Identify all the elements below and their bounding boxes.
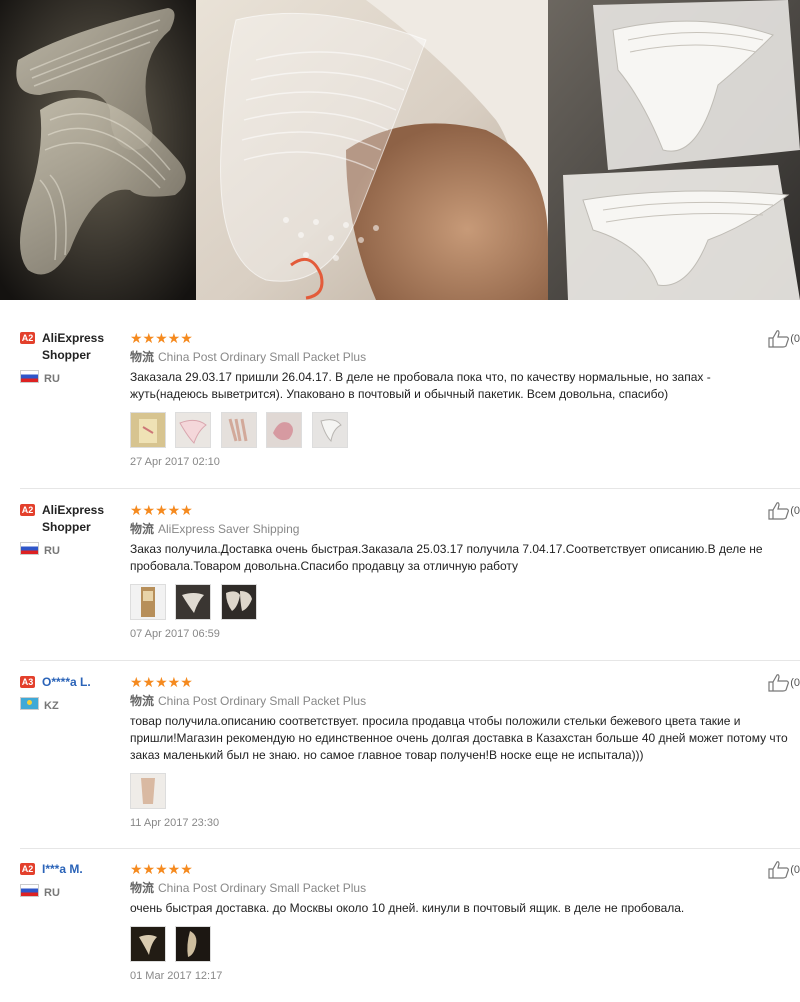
country-code: RU (44, 373, 60, 385)
review-text: Заказала 29.03.17 пришли 26.04.17. В дел… (130, 370, 711, 401)
shipping-label: 物流 (130, 522, 155, 536)
shipping-label: 物流 (130, 350, 155, 364)
shipping-method: 物流 China Post Ordinary Small Packet Plus (130, 693, 800, 709)
buyer-level-badge: A2 (20, 863, 35, 875)
review-item: A2 AliExpress Shopper RU ★★★★★ 物流 China P… (0, 330, 800, 489)
shipping-name: China Post Ordinary Small Packet Plus (158, 694, 367, 708)
rating-stars: ★★★★★ (130, 502, 193, 518)
buyer-name: AliExpress Shopper (42, 503, 105, 534)
shipping-method: 物流 China Post Ordinary Small Packet Plus (130, 880, 800, 896)
review-photo-thumb[interactable] (220, 584, 257, 620)
review-photos (130, 926, 800, 962)
shipping-name: China Post Ordinary Small Packet Plus (158, 881, 367, 895)
helpful-count: (0 (790, 504, 800, 517)
review-date: 27 Apr 2017 02:10 (130, 456, 220, 468)
shipping-label: 物流 (130, 694, 155, 708)
review-photo-thumb[interactable] (175, 412, 212, 448)
buyer-country: RU (20, 884, 60, 899)
review-text: Заказ получила.Доставка очень быстрая.За… (130, 542, 763, 573)
review-item: A2 I***a M. RU ★★★★★ 物流 China Post Ordina… (0, 861, 800, 1002)
review-text: очень быстрая доставка. до Москвы около … (130, 901, 685, 915)
helpful-count: (0 (790, 863, 800, 876)
thumbs-up-icon (768, 502, 790, 520)
helpful-button[interactable]: (0 (768, 674, 800, 692)
product-photo-gel-insoles-packaged[interactable] (548, 0, 800, 300)
review-content: ★★★★★ 物流 China Post Ordinary Small Packet… (130, 674, 800, 829)
thumbs-up-icon (768, 330, 790, 348)
shipping-name: China Post Ordinary Small Packet Plus (158, 350, 367, 364)
helpful-count: (0 (790, 676, 800, 689)
shipping-method: 物流 China Post Ordinary Small Packet Plus (130, 349, 800, 365)
review-date: 01 Mar 2017 12:17 (130, 970, 223, 982)
review-photo-thumb[interactable] (311, 412, 348, 448)
buyer-level-badge: A2 (20, 332, 35, 344)
helpful-button[interactable]: (0 (768, 861, 800, 879)
review-date: 11 Apr 2017 23:30 (130, 817, 220, 829)
review-photo-thumb[interactable] (130, 926, 166, 962)
review-date: 07 Apr 2017 06:59 (130, 628, 220, 640)
rating-stars: ★★★★★ (130, 674, 193, 690)
country-code: RU (44, 887, 60, 899)
country-code: KZ (44, 700, 59, 712)
country-code: RU (44, 545, 60, 557)
review-photo-thumb[interactable] (130, 773, 166, 809)
review-photo-thumb[interactable] (175, 584, 212, 620)
review-photo-thumb[interactable] (130, 584, 166, 620)
review-content: ★★★★★ 物流 AliExpress Saver Shipping Заказ … (130, 502, 800, 640)
buyer-name: AliExpress Shopper (42, 331, 105, 362)
review-item: A2 AliExpress Shopper RU ★★★★★ 物流 AliExpr… (0, 502, 800, 661)
review-photo-thumb[interactable] (266, 412, 303, 448)
review-photos (130, 773, 800, 809)
review-divider (20, 660, 800, 661)
ru-flag-icon (20, 542, 39, 555)
helpful-button[interactable]: (0 (768, 502, 800, 520)
buyer-country: RU (20, 542, 60, 557)
buyer-name[interactable]: I***a M. (42, 861, 132, 878)
ru-flag-icon (20, 884, 39, 897)
review-photo-thumb[interactable] (220, 412, 257, 448)
buyer-level-badge: A2 (20, 504, 35, 516)
buyer-info: A3 O****a L. KZ (20, 674, 120, 712)
product-photo-gel-insoles-dark[interactable] (0, 0, 196, 300)
review-content: ★★★★★ 物流 China Post Ordinary Small Packet… (130, 330, 800, 468)
helpful-button[interactable]: (0 (768, 330, 800, 348)
buyer-country: RU (20, 370, 60, 385)
review-photos (130, 584, 800, 620)
review-photo-thumb[interactable] (130, 412, 166, 448)
buyer-name[interactable]: O****a L. (42, 674, 132, 691)
ru-flag-icon (20, 370, 39, 383)
product-photo-gel-insole-in-shoe[interactable] (196, 0, 548, 300)
helpful-count: (0 (790, 332, 800, 345)
buyer-info: A2 I***a M. RU (20, 861, 120, 899)
buyer-info: A2 AliExpress Shopper RU (20, 330, 120, 385)
thumbs-up-icon (768, 861, 790, 879)
shipping-name: AliExpress Saver Shipping (158, 522, 300, 536)
kz-flag-icon (20, 697, 39, 710)
rating-stars: ★★★★★ (130, 330, 193, 346)
review-item: A3 O****a L. KZ ★★★★★ 物流 China Post Ordin… (0, 674, 800, 849)
review-photo-thumb[interactable] (175, 926, 212, 962)
product-photo-strip (0, 0, 800, 300)
review-photos (130, 412, 800, 448)
buyer-country: KZ (20, 697, 59, 712)
thumbs-up-icon (768, 674, 790, 692)
buyer-info: A2 AliExpress Shopper RU (20, 502, 120, 557)
rating-stars: ★★★★★ (130, 861, 193, 877)
review-content: ★★★★★ 物流 China Post Ordinary Small Packet… (130, 861, 800, 982)
review-divider (20, 848, 800, 849)
review-text: товар получила.описанию соответствует. п… (130, 714, 788, 762)
shipping-method: 物流 AliExpress Saver Shipping (130, 521, 800, 537)
review-divider (20, 488, 800, 489)
buyer-level-badge: A3 (20, 676, 35, 688)
shipping-label: 物流 (130, 881, 155, 895)
